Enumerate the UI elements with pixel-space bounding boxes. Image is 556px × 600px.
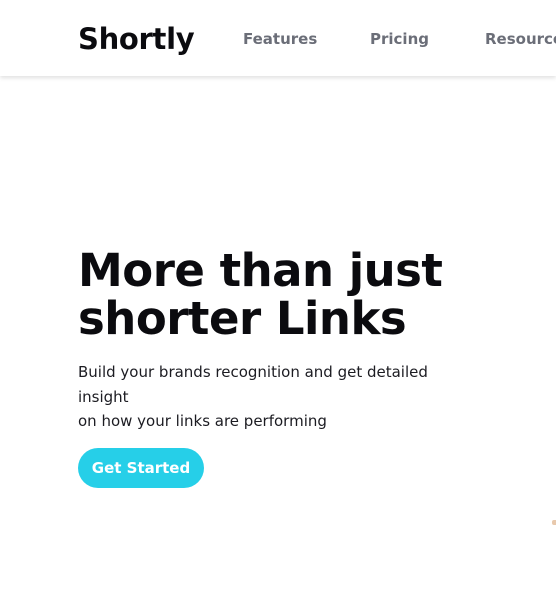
hero-subtitle-line-1: Build your brands recognition and get de… xyxy=(78,363,428,406)
hero-illustration-edge xyxy=(552,520,556,525)
nav-link-pricing[interactable]: Pricing xyxy=(370,29,429,49)
hero-title: More than just shorter Links xyxy=(78,247,508,343)
site-header: Shortly Features Pricing Resources xyxy=(0,0,556,76)
nav-link-resources[interactable]: Resources xyxy=(485,29,556,49)
hero-title-line-2: shorter Links xyxy=(78,292,407,345)
get-started-button[interactable]: Get Started xyxy=(78,448,204,488)
nav-link-features[interactable]: Features xyxy=(243,29,317,49)
hero-subtitle-line-2: on how your links are performing xyxy=(78,412,327,430)
site-logo[interactable]: Shortly xyxy=(78,20,195,58)
hero-title-line-1: More than just xyxy=(78,244,443,297)
hero-subtitle: Build your brands recognition and get de… xyxy=(78,360,473,434)
